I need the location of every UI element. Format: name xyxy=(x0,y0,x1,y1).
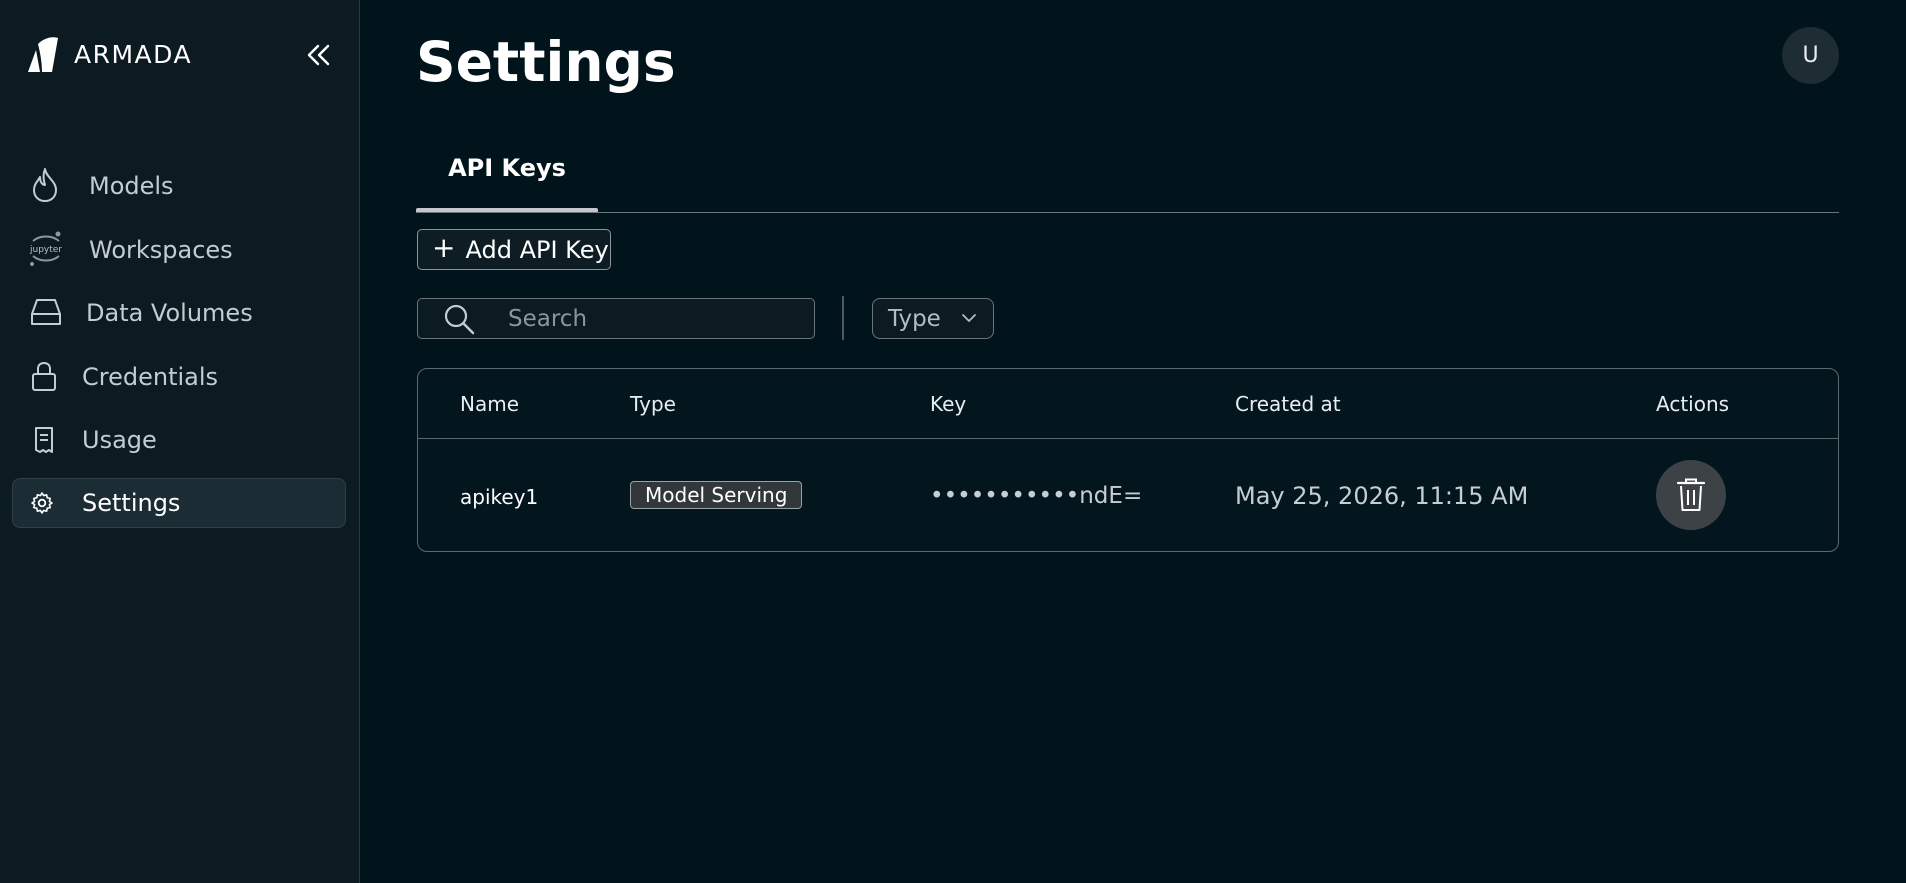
type-filter-dropdown[interactable]: Type xyxy=(872,298,994,339)
sidebar-item-label: Usage xyxy=(82,426,157,454)
delete-key-button[interactable] xyxy=(1656,460,1726,530)
sidebar-item-models[interactable]: Models xyxy=(12,161,346,211)
user-avatar[interactable]: U xyxy=(1782,27,1839,84)
search-icon xyxy=(444,304,475,335)
avatar-initial: U xyxy=(1802,43,1819,68)
table-header: Name Type Key Created at Actions xyxy=(418,369,1838,439)
receipt-icon xyxy=(31,426,57,454)
masked-key: •••••••••••ndE= xyxy=(930,483,1143,509)
type-badge: Model Serving xyxy=(630,481,803,509)
search-input[interactable] xyxy=(508,299,798,338)
brand-logo: ARMADA xyxy=(26,34,192,74)
type-filter-label: Type xyxy=(888,305,941,332)
plus-icon: + xyxy=(432,230,456,264)
flame-icon xyxy=(30,167,60,203)
gear-icon xyxy=(30,491,54,515)
sidebar-item-data-volumes[interactable]: Data Volumes xyxy=(12,288,346,338)
double-chevron-left-icon xyxy=(307,44,330,66)
column-header-key: Key xyxy=(930,392,967,416)
column-header-name: Name xyxy=(460,392,520,416)
sidebar-item-label: Data Volumes xyxy=(86,299,253,327)
jupyter-icon: jupyter xyxy=(26,231,66,267)
brand-name: ARMADA xyxy=(74,39,193,69)
armada-sail-icon xyxy=(28,37,58,72)
search-box xyxy=(417,298,815,339)
sidebar-item-label: Models xyxy=(89,172,174,200)
sidebar-item-label: Settings xyxy=(82,489,181,517)
add-api-key-label: Add API Key xyxy=(465,235,609,264)
column-header-created-at: Created at xyxy=(1235,392,1341,416)
lock-icon xyxy=(30,360,58,392)
created-at: May 25, 2026, 11:15 AM xyxy=(1235,482,1529,510)
chevron-down-icon xyxy=(962,314,976,322)
drive-icon xyxy=(30,297,62,327)
tab-label: API Keys xyxy=(448,154,566,182)
page-title: Settings xyxy=(416,30,676,94)
sidebar-item-settings[interactable]: Settings xyxy=(12,478,346,528)
sidebar-item-label: Workspaces xyxy=(89,236,233,264)
sidebar-item-label: Credentials xyxy=(82,363,219,391)
api-keys-table: Name Type Key Created at Actions apikey1… xyxy=(417,368,1839,552)
sidebar: ARMADA Models jupyter Workspaces Data Vo… xyxy=(0,0,360,883)
key-name: apikey1 xyxy=(460,485,539,509)
tab-api-keys[interactable]: API Keys xyxy=(416,140,598,213)
collapse-sidebar-button[interactable] xyxy=(300,38,336,72)
toolbar-divider xyxy=(842,296,844,340)
sidebar-item-usage[interactable]: Usage xyxy=(12,415,346,465)
tab-divider xyxy=(416,212,1839,213)
trash-icon xyxy=(1676,478,1706,511)
column-header-type: Type xyxy=(630,392,676,416)
sidebar-item-workspaces[interactable]: jupyter Workspaces xyxy=(12,225,346,275)
column-header-actions: Actions xyxy=(1656,392,1730,416)
svg-text:jupyter: jupyter xyxy=(29,245,62,255)
add-api-key-button[interactable]: + Add API Key xyxy=(417,229,611,270)
sidebar-item-credentials[interactable]: Credentials xyxy=(12,352,346,402)
